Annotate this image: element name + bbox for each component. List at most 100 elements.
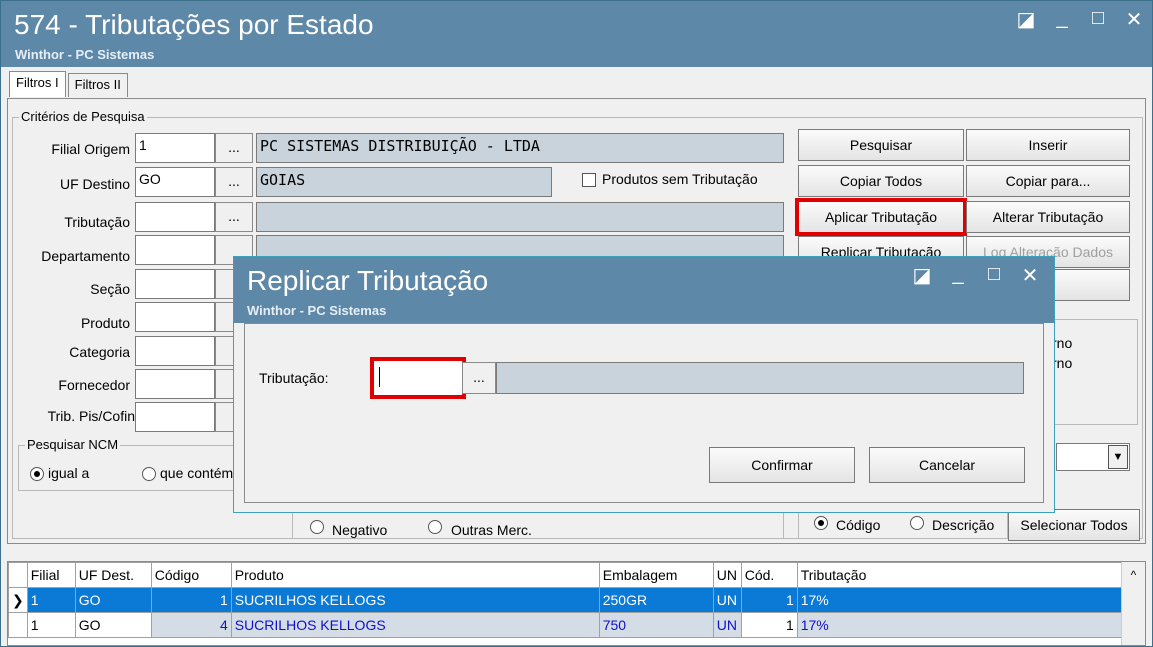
column-header-tributacao[interactable]: Tributação (796, 562, 1122, 588)
cell-tributacao: 17% (796, 612, 1122, 638)
tab-filtros-2[interactable]: Filtros II (67, 73, 128, 97)
cell-produto: SUCRILHOS KELLOGS (230, 587, 600, 613)
dropdown-select[interactable]: ▼ (1056, 443, 1130, 471)
dialog-tributacao-label: Tributação: (259, 370, 329, 386)
cell-filial: 1 (26, 587, 76, 613)
confirmar-button[interactable]: Confirmar (709, 447, 855, 483)
descricao-label: Descrição (932, 517, 995, 533)
cell-filial: 1 (26, 612, 76, 638)
vertical-scrollbar[interactable]: ^ (1121, 562, 1145, 645)
table-header-row: Filial UF Dest. Código Produto Embalagem… (8, 562, 1122, 588)
categoria-label: Categoria (69, 344, 130, 360)
cell-cod: 1 (740, 612, 798, 638)
scroll-up-icon[interactable]: ^ (1122, 568, 1145, 582)
copiar-todos-button[interactable]: Copiar Todos (798, 165, 964, 197)
outras-merc-radio[interactable] (428, 520, 442, 534)
tributacao-description (256, 202, 784, 232)
cell-codigo: 1 (150, 587, 232, 613)
ncm-igual-label: igual a (48, 465, 90, 481)
produtos-sem-tributacao-label: Produtos sem Tributação (602, 171, 758, 187)
dialog-minimize-icon[interactable]: _ (948, 263, 968, 288)
tributacao-input[interactable] (135, 202, 215, 232)
cell-codigo: 4 (150, 612, 232, 638)
criteria-legend: Critérios de Pesquisa (19, 109, 147, 124)
cell-embalagem: 750 (598, 612, 714, 638)
filial-origem-input[interactable]: 1 (135, 133, 215, 163)
selecionar-todos-button[interactable]: Selecionar Todos (1008, 509, 1140, 541)
produtos-sem-tributacao-checkbox[interactable] (582, 173, 596, 187)
inserir-button[interactable]: Inserir (966, 129, 1130, 161)
codigo-radio[interactable] (814, 516, 828, 530)
dialog-tributacao-input[interactable] (370, 357, 466, 399)
table-row[interactable]: 1 GO 4 SUCRILHOS KELLOGS 750 UN 1 17% (8, 612, 1122, 638)
column-header-filial[interactable]: Filial (26, 562, 76, 588)
trib-pis-cofins-input[interactable] (135, 402, 215, 432)
main-window: 574 - Tributações por Estado Winthor - P… (0, 0, 1153, 647)
secao-label: Seção (90, 281, 130, 297)
negativo-label: Negativo (332, 522, 388, 538)
title-bar: 574 - Tributações por Estado Winthor - P… (1, 1, 1152, 67)
descricao-radio[interactable] (910, 516, 924, 530)
dialog-restore-icon[interactable]: ◪ (912, 263, 932, 288)
column-header-embalagem[interactable]: Embalagem (598, 562, 714, 588)
dialog-tributacao-lookup-button[interactable]: ... (462, 362, 496, 394)
tributacao-label: Tributação (64, 214, 130, 230)
aplicar-tributacao-button[interactable]: Aplicar Tributação (795, 198, 967, 236)
dialog-tributacao-description (496, 362, 1024, 394)
cell-cod: 1 (740, 587, 798, 613)
row-indicator (8, 612, 28, 638)
outras-merc-label: Outras Merc. (451, 522, 532, 538)
cell-tributacao: 17% (796, 587, 1122, 613)
copiar-para-button[interactable]: Copiar para... (966, 165, 1130, 197)
uf-destino-label: UF Destino (59, 176, 130, 192)
column-header-uf[interactable]: UF Dest. (74, 562, 152, 588)
codigo-label: Código (836, 517, 881, 533)
tributacao-lookup-button[interactable]: ... (215, 202, 253, 232)
column-header-produto[interactable]: Produto (230, 562, 600, 588)
ncm-contem-radio[interactable] (142, 467, 156, 481)
ncm-igual-radio[interactable] (30, 467, 44, 481)
restore-icon[interactable]: ◪ (1016, 7, 1036, 32)
dialog-title-bar: Replicar Tributação Winthor - PC Sistema… (234, 257, 1054, 323)
dialog-maximize-icon[interactable]: □ (984, 263, 1004, 288)
uf-destino-lookup-button[interactable]: ... (215, 167, 253, 197)
departamento-label: Departamento (41, 248, 130, 264)
close-icon[interactable]: ✕ (1124, 7, 1144, 32)
cell-un: UN (712, 612, 742, 638)
row-indicator-icon: ❯ (8, 587, 28, 613)
minimize-icon[interactable]: _ (1052, 7, 1072, 32)
dialog-body: Tributação: ... Confirmar Cancelar (244, 323, 1044, 503)
produto-input[interactable] (135, 302, 215, 332)
cell-un: UN (712, 587, 742, 613)
dialog-close-icon[interactable]: ✕ (1020, 263, 1040, 288)
cell-uf: GO (74, 612, 152, 638)
pesquisar-button[interactable]: Pesquisar (798, 129, 964, 161)
cell-uf: GO (74, 587, 152, 613)
text-cursor (379, 367, 380, 387)
departamento-input[interactable] (135, 235, 215, 265)
column-header-codigo[interactable]: Código (150, 562, 232, 588)
column-header-un[interactable]: UN (712, 562, 742, 588)
filial-origem-description: PC SISTEMAS DISTRIBUIÇÃO - LTDA (256, 133, 784, 163)
categoria-input[interactable] (135, 336, 215, 366)
produto-label: Produto (80, 315, 130, 331)
tab-filtros-1[interactable]: Filtros I (9, 71, 66, 97)
negativo-radio[interactable] (310, 520, 324, 534)
window-subtitle: Winthor - PC Sistemas (15, 47, 155, 62)
uf-destino-input[interactable]: GO (135, 167, 215, 197)
uf-destino-description: GOIAS (256, 167, 552, 197)
replicar-tributacao-dialog: Replicar Tributação Winthor - PC Sistema… (233, 256, 1055, 513)
filial-origem-lookup-button[interactable]: ... (215, 133, 253, 163)
dialog-subtitle: Winthor - PC Sistemas (247, 303, 387, 318)
window-title: 574 - Tributações por Estado (14, 9, 374, 40)
chevron-down-icon[interactable]: ▼ (1108, 445, 1128, 469)
table-row[interactable]: ❯ 1 GO 1 SUCRILHOS KELLOGS 250GR UN 1 17… (8, 587, 1122, 613)
maximize-icon[interactable]: □ (1088, 7, 1108, 32)
secao-input[interactable] (135, 269, 215, 299)
column-header-cod[interactable]: Cód. (740, 562, 798, 588)
alterar-tributacao-button[interactable]: Alterar Tributação (966, 201, 1130, 233)
cancelar-button[interactable]: Cancelar (869, 447, 1025, 483)
cell-produto: SUCRILHOS KELLOGS (230, 612, 600, 638)
fornecedor-input[interactable] (135, 369, 215, 399)
ncm-contem-label: que contém (160, 465, 234, 481)
